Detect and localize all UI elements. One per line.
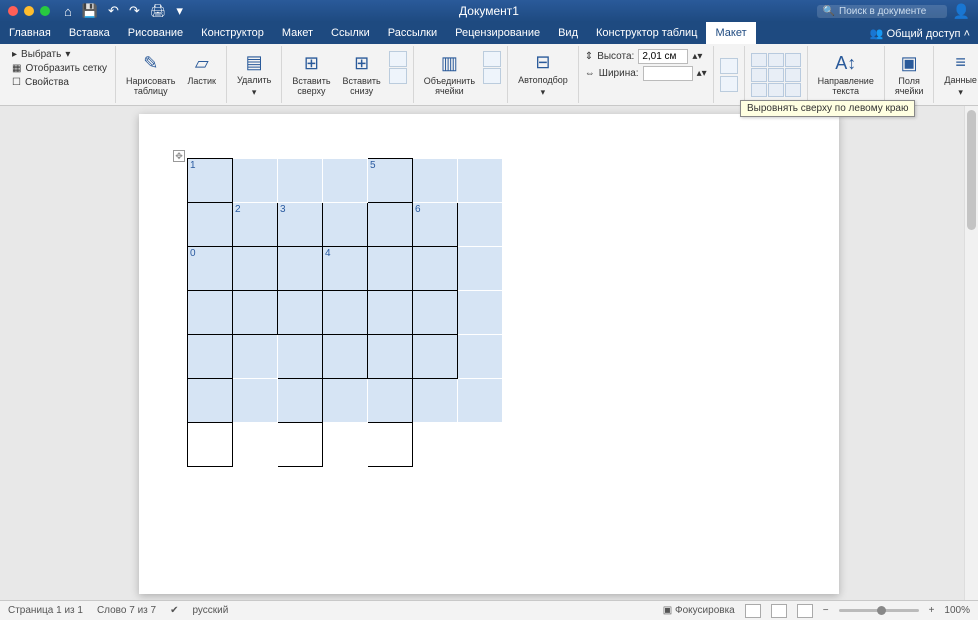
tab-references[interactable]: Ссылки bbox=[322, 22, 379, 44]
account-icon[interactable]: 👤 bbox=[953, 3, 970, 20]
insert-right-icon[interactable] bbox=[389, 68, 407, 84]
eraser-icon: ▱ bbox=[191, 53, 213, 75]
tab-table-layout[interactable]: Макет bbox=[706, 22, 755, 44]
draw-table-button[interactable]: ✎Нарисовать таблицу bbox=[122, 51, 179, 99]
data-button[interactable]: ≡Данные▾ bbox=[940, 50, 978, 100]
home-icon[interactable]: ⌂ bbox=[64, 4, 72, 19]
word-count[interactable]: Слово 7 из 7 bbox=[97, 605, 156, 616]
width-stepper[interactable]: ▴▾ bbox=[697, 68, 707, 79]
spellcheck-icon[interactable]: ✔ bbox=[170, 605, 178, 616]
insert-above-button[interactable]: ⊞Вставить сверху bbox=[288, 51, 334, 99]
properties-button[interactable]: ☐ Свойства bbox=[10, 76, 109, 89]
text-direction-button[interactable]: A↕Направление текста bbox=[814, 51, 878, 99]
language-indicator[interactable]: русский bbox=[192, 605, 228, 616]
minimize-window[interactable] bbox=[24, 6, 34, 16]
tab-view[interactable]: Вид bbox=[549, 22, 587, 44]
width-input[interactable] bbox=[643, 66, 693, 81]
window-controls bbox=[0, 6, 50, 16]
share-button[interactable]: 👥 Общий доступ ˄ bbox=[870, 27, 970, 40]
autofit-icon: ⊟ bbox=[532, 52, 554, 74]
view-web-icon[interactable] bbox=[797, 604, 813, 618]
tab-draw[interactable]: Рисование bbox=[119, 22, 192, 44]
page-indicator[interactable]: Страница 1 из 1 bbox=[8, 605, 83, 616]
autofit-button[interactable]: ⊟Автоподбор▾ bbox=[514, 50, 572, 100]
vertical-scrollbar[interactable] bbox=[964, 106, 978, 600]
quick-access-toolbar: ⌂ 💾 ↶ ↷ 🖨 ▾ bbox=[64, 3, 183, 19]
zoom-out[interactable]: − bbox=[823, 605, 829, 616]
scrollbar-thumb[interactable] bbox=[967, 110, 976, 230]
ribbon-tabs: Главная Вставка Рисование Конструктор Ма… bbox=[0, 22, 978, 44]
zoom-value[interactable]: 100% bbox=[944, 605, 970, 616]
cell-margins-button[interactable]: ▣Поля ячейки bbox=[891, 51, 928, 99]
alignment-grid[interactable] bbox=[751, 53, 801, 97]
height-stepper[interactable]: ▴▾ bbox=[692, 51, 702, 62]
tab-layout[interactable]: Макет bbox=[273, 22, 322, 44]
print-icon[interactable]: 🖨 bbox=[150, 3, 167, 19]
tab-review[interactable]: Рецензирование bbox=[446, 22, 549, 44]
height-input[interactable] bbox=[638, 49, 688, 64]
tab-insert[interactable]: Вставка bbox=[60, 22, 119, 44]
distribute-rows-icon[interactable] bbox=[720, 58, 738, 74]
insert-below-button[interactable]: ⊞Вставить снизу bbox=[339, 51, 385, 99]
search-placeholder: Поиск в документе bbox=[839, 6, 926, 17]
save-icon[interactable]: 💾 bbox=[82, 3, 98, 19]
eraser-button[interactable]: ▱Ластик bbox=[184, 51, 221, 89]
search-icon: 🔍 bbox=[823, 6, 835, 17]
delete-icon: ▤ bbox=[243, 52, 265, 74]
focus-mode[interactable]: ▣ Фокусировка bbox=[663, 605, 735, 616]
margins-icon: ▣ bbox=[898, 53, 920, 75]
split-table-icon[interactable] bbox=[483, 68, 501, 84]
merge-cells-button[interactable]: ▥Объединить ячейки bbox=[420, 51, 479, 99]
page[interactable]: ✥ 1 5 23 6 04 bbox=[139, 114, 839, 594]
titlebar: ⌂ 💾 ↶ ↷ 🖨 ▾ Документ1 🔍 Поиск в документ… bbox=[0, 0, 978, 22]
zoom-slider[interactable] bbox=[839, 609, 919, 612]
tab-table-design[interactable]: Конструктор таблиц bbox=[587, 22, 706, 44]
document-title: Документ1 bbox=[459, 4, 519, 18]
tooltip: Выровнять сверху по левому краю bbox=[740, 100, 915, 117]
insert-left-icon[interactable] bbox=[389, 51, 407, 67]
ribbon: ▸ Выбрать ▾ ▦ Отобразить сетку ☐ Свойств… bbox=[0, 44, 978, 106]
width-icon: ⇔ bbox=[585, 68, 595, 79]
pencil-icon: ✎ bbox=[140, 53, 162, 75]
split-cells-icon[interactable] bbox=[483, 51, 501, 67]
gridlines-button[interactable]: ▦ Отобразить сетку bbox=[10, 62, 109, 75]
zoom-in[interactable]: + bbox=[929, 605, 935, 616]
view-read-icon[interactable] bbox=[745, 604, 761, 618]
close-window[interactable] bbox=[8, 6, 18, 16]
tab-mailings[interactable]: Рассылки bbox=[379, 22, 446, 44]
tab-home[interactable]: Главная bbox=[0, 22, 60, 44]
view-print-icon[interactable] bbox=[771, 604, 787, 618]
tab-design[interactable]: Конструктор bbox=[192, 22, 273, 44]
select-button[interactable]: ▸ Выбрать ▾ bbox=[10, 48, 109, 61]
workspace: ✥ 1 5 23 6 04 bbox=[0, 106, 978, 600]
height-icon: ⇕ bbox=[585, 51, 593, 62]
delete-button[interactable]: ▤Удалить▾ bbox=[233, 50, 275, 100]
text-direction-icon: A↕ bbox=[835, 53, 857, 75]
insert-below-icon: ⊞ bbox=[351, 53, 373, 75]
table-move-handle[interactable]: ✥ bbox=[173, 150, 185, 162]
distribute-cols-icon[interactable] bbox=[720, 76, 738, 92]
zoom-window[interactable] bbox=[40, 6, 50, 16]
status-bar: Страница 1 из 1 Слово 7 из 7 ✔ русский ▣… bbox=[0, 600, 978, 620]
undo-icon[interactable]: ↶ bbox=[108, 3, 119, 19]
merge-icon: ▥ bbox=[438, 53, 460, 75]
document-table[interactable]: 1 5 23 6 04 bbox=[187, 158, 503, 467]
insert-above-icon: ⊞ bbox=[300, 53, 322, 75]
qat-more-icon[interactable]: ▾ bbox=[176, 3, 183, 19]
search-input[interactable]: 🔍 Поиск в документе bbox=[817, 5, 947, 18]
data-icon: ≡ bbox=[950, 52, 972, 74]
redo-icon[interactable]: ↷ bbox=[129, 3, 140, 19]
